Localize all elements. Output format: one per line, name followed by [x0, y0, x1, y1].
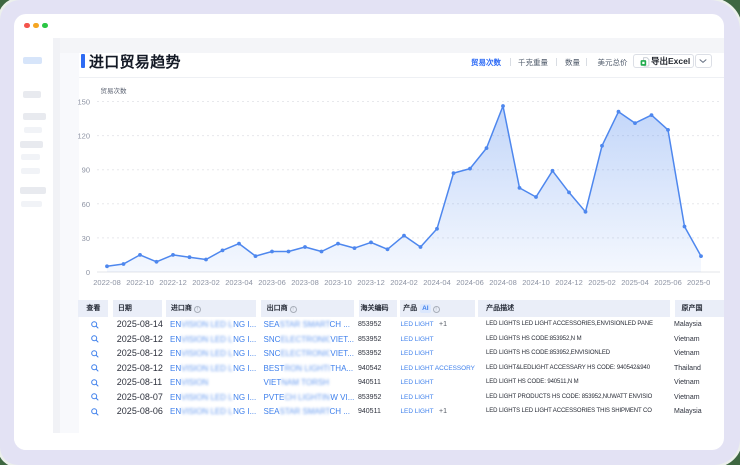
svg-text:150: 150 [77, 98, 90, 107]
svg-text:2024-04: 2024-04 [423, 278, 451, 287]
svg-text:2024-12: 2024-12 [555, 278, 583, 287]
svg-text:2023-06: 2023-06 [258, 278, 286, 287]
svg-text:2022-08: 2022-08 [93, 278, 121, 287]
svg-text:2023-12: 2023-12 [357, 278, 385, 287]
svg-text:2022-10: 2022-10 [126, 278, 154, 287]
svg-text:120: 120 [77, 132, 90, 141]
svg-text:2025-04: 2025-04 [621, 278, 649, 287]
svg-text:30: 30 [82, 234, 90, 243]
svg-text:60: 60 [82, 200, 90, 209]
svg-text:0: 0 [86, 268, 90, 277]
svg-text:2025-06: 2025-06 [654, 278, 682, 287]
svg-text:2024-08: 2024-08 [489, 278, 517, 287]
svg-text:2023-02: 2023-02 [192, 278, 220, 287]
svg-text:2023-10: 2023-10 [324, 278, 352, 287]
svg-text:90: 90 [82, 166, 90, 175]
svg-text:2024-06: 2024-06 [456, 278, 484, 287]
svg-text:2024-10: 2024-10 [522, 278, 550, 287]
svg-text:2025-02: 2025-02 [588, 278, 616, 287]
svg-text:2023-04: 2023-04 [225, 278, 253, 287]
svg-text:2022-12: 2022-12 [159, 278, 187, 287]
svg-text:2023-08: 2023-08 [291, 278, 319, 287]
svg-text:2025-0: 2025-0 [687, 278, 710, 287]
svg-text:2024-02: 2024-02 [390, 278, 418, 287]
